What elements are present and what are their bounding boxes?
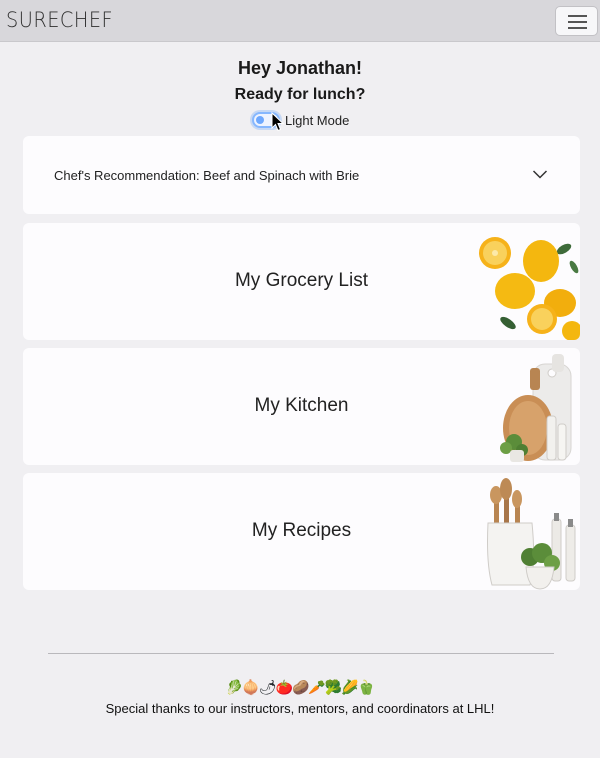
greeting-title: Hey Jonathan! <box>237 58 363 78</box>
footer-thanks: Special thanks to our instructors, mento… <box>105 701 495 716</box>
recipes-card[interactable]: My Recipes <box>23 473 580 590</box>
navbar: SURECHEF <box>0 0 600 42</box>
recommendation-label: Chef's Recommendation: Beef and Spinach … <box>54 168 360 183</box>
chevron-down-icon[interactable] <box>532 167 548 181</box>
lemons-image <box>479 237 580 340</box>
menu-toggle-button[interactable] <box>555 6 598 36</box>
grocery-list-card[interactable]: My Grocery List <box>23 223 580 340</box>
cutting-boards-image <box>500 354 572 462</box>
theme-toggle-label: Light Mode <box>285 112 350 128</box>
kitchen-card[interactable]: My Kitchen <box>23 348 580 465</box>
theme-toggle[interactable]: Light Mode <box>252 110 349 130</box>
chef-recommendation-card[interactable]: Chef's Recommendation: Beef and Spinach … <box>23 136 580 214</box>
greeting-subtitle: Ready for lunch? <box>234 86 366 103</box>
footer-divider <box>48 653 554 654</box>
switch-knob <box>256 116 264 124</box>
vegetable-emojis: 🥬🧅🌶🍅🥔🥕🥦🌽🫑 <box>225 679 375 695</box>
brand-logo[interactable]: SURECHEF <box>6 8 113 32</box>
mouse-cursor-icon <box>271 112 285 132</box>
utensils-jar-image <box>487 478 576 590</box>
